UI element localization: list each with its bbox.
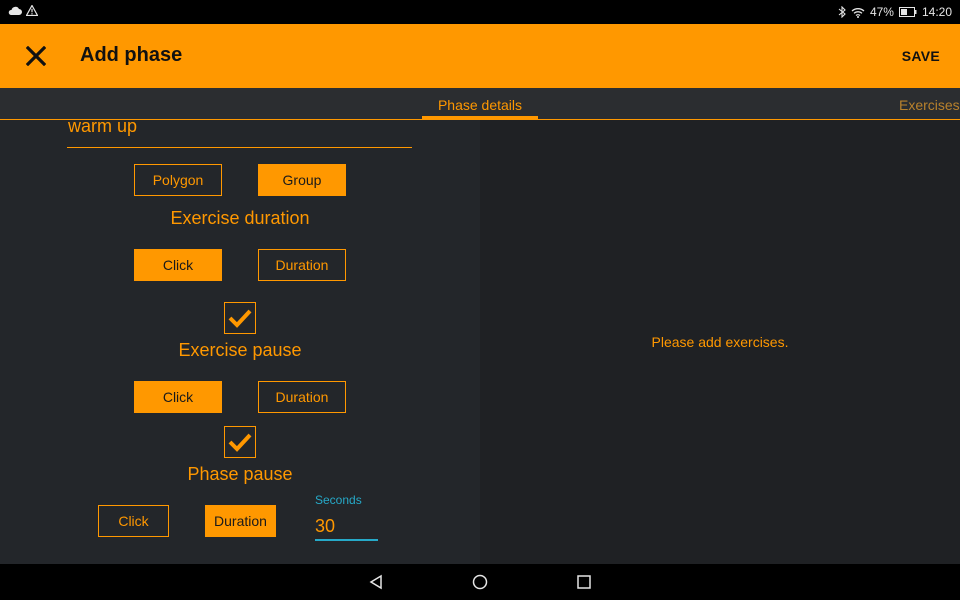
back-button[interactable] (366, 572, 386, 592)
exercise-duration-click-button[interactable]: Click (134, 249, 222, 281)
phase-pause-checkbox[interactable] (224, 426, 256, 458)
close-icon (26, 46, 46, 66)
exercise-pause-checkbox[interactable] (224, 302, 256, 334)
exercises-panel: Please add exercises. (480, 120, 960, 564)
bluetooth-icon (838, 6, 846, 18)
status-right: 47% 14:20 (838, 5, 952, 19)
seconds-input[interactable] (315, 513, 378, 541)
navigation-bar (0, 564, 960, 600)
home-circle-icon (472, 574, 488, 590)
tab-indicator (422, 116, 538, 119)
close-button[interactable] (16, 36, 56, 76)
phase-details-panel: warm up Polygon Group Exercise duration … (0, 120, 480, 564)
status-time: 14:20 (921, 5, 952, 19)
status-bar: 47% 14:20 (0, 0, 960, 24)
seconds-label: Seconds (315, 493, 362, 507)
phase-name-input[interactable]: warm up (67, 120, 412, 148)
wifi-icon (851, 7, 865, 18)
warning-icon (26, 5, 38, 16)
phase-pause-label: Phase pause (187, 464, 293, 484)
exercise-pause-duration-button[interactable]: Duration (258, 381, 346, 413)
tab-bar: Phase details Exercises (0, 88, 960, 120)
exercise-pause-label: Exercise pause (178, 340, 302, 360)
battery-percent: 47% (869, 5, 894, 19)
cloud-icon (8, 6, 22, 15)
app-bar: Add phase SAVE (0, 24, 960, 88)
page-title: Add phase (80, 44, 183, 66)
exercise-duration-label: Exercise duration (170, 208, 310, 228)
battery-icon (898, 7, 917, 17)
save-button[interactable]: SAVE (902, 48, 940, 64)
checkmark-icon (228, 309, 252, 328)
phase-pause-click-button[interactable]: Click (98, 505, 169, 537)
recents-square-icon (577, 575, 591, 589)
recents-button[interactable] (574, 572, 594, 592)
empty-exercises-message: Please add exercises. (651, 334, 789, 350)
status-left (8, 5, 38, 16)
type-group-button[interactable]: Group (258, 164, 346, 196)
checkmark-icon (228, 433, 252, 452)
home-button[interactable] (470, 572, 490, 592)
exercise-duration-duration-button[interactable]: Duration (258, 249, 346, 281)
phase-pause-duration-button[interactable]: Duration (205, 505, 276, 537)
exercise-pause-click-button[interactable]: Click (134, 381, 222, 413)
type-polygon-button[interactable]: Polygon (134, 164, 222, 196)
tab-phase-details[interactable]: Phase details (422, 97, 538, 113)
tab-exercises[interactable]: Exercises (899, 97, 960, 113)
back-triangle-icon (369, 574, 382, 590)
